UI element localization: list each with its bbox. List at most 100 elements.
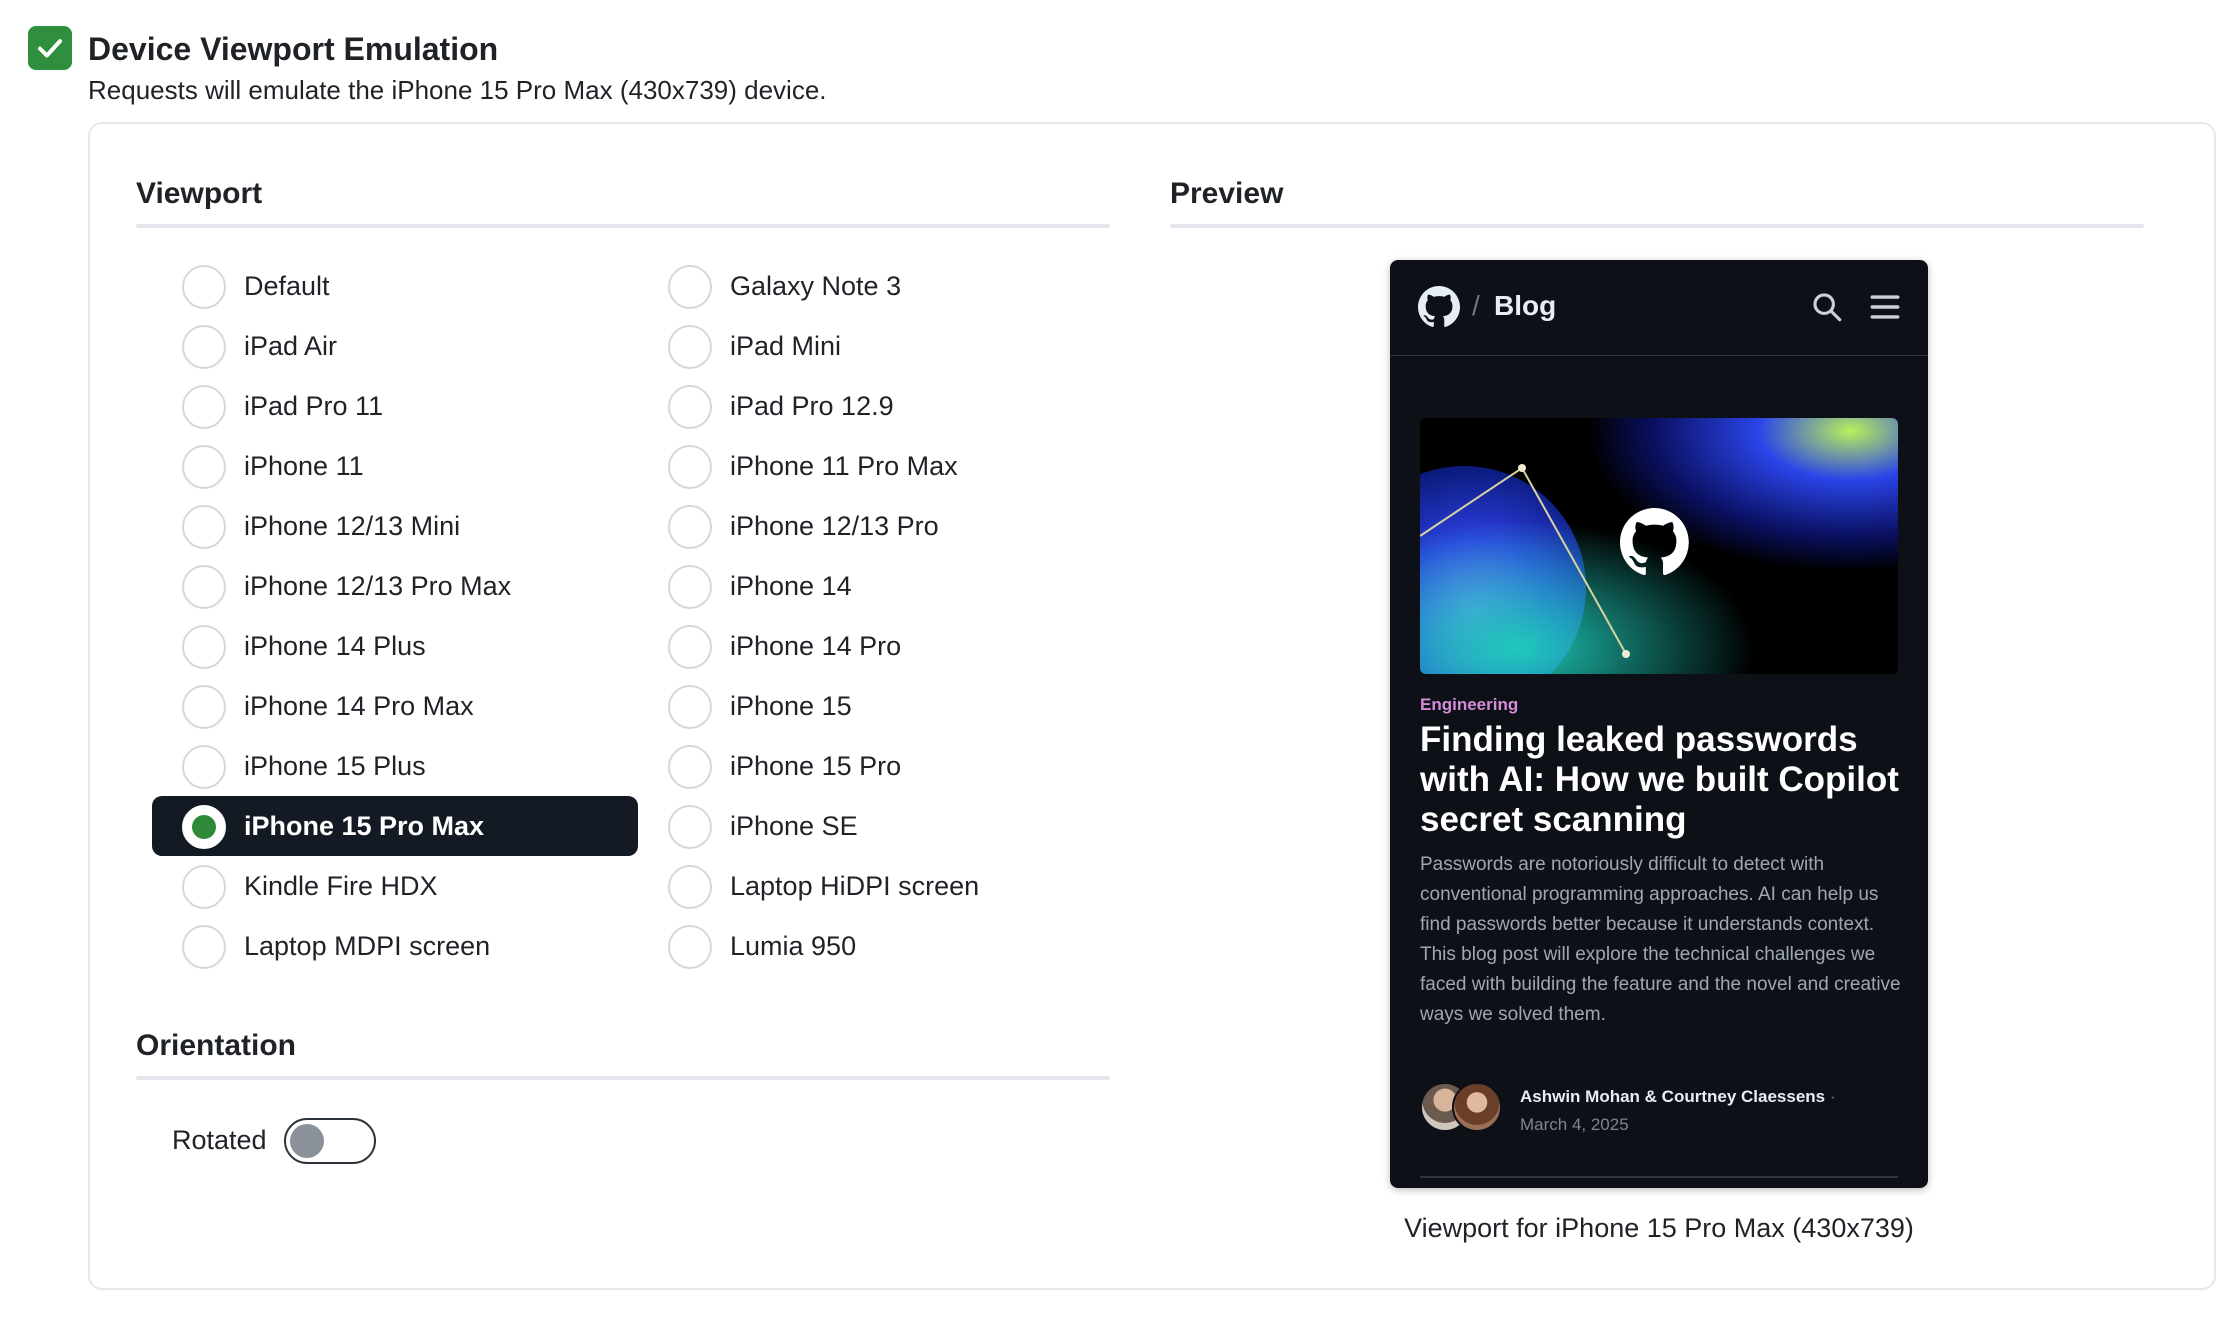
radio-button[interactable] bbox=[182, 625, 226, 669]
post-date: March 4, 2025 bbox=[1520, 1115, 1629, 1134]
search-icon bbox=[1813, 293, 1842, 322]
viewport-section-title: Viewport bbox=[136, 177, 263, 210]
avatar bbox=[1452, 1082, 1502, 1132]
radio-button[interactable] bbox=[182, 865, 226, 909]
radio-button[interactable] bbox=[668, 565, 712, 609]
post-title: Finding leaked passwords with AI: How we… bbox=[1420, 720, 1899, 839]
viewport-option[interactable]: iPhone 15 Plus bbox=[152, 736, 638, 796]
enabled-checkbox[interactable] bbox=[28, 26, 72, 70]
viewport-option[interactable]: iPhone 12/13 Mini bbox=[152, 496, 638, 556]
emulation-card: Viewport Default Galaxy Note 3 iPad Air iPa… bbox=[88, 122, 2216, 1290]
preview-divider bbox=[1170, 224, 2144, 228]
viewport-option-label: iPhone 12/13 Mini bbox=[244, 511, 461, 541]
viewport-option[interactable]: iPhone 14 bbox=[638, 556, 1124, 616]
viewport-option-label: Laptop HiDPI screen bbox=[730, 871, 980, 901]
radio-button[interactable] bbox=[668, 745, 712, 789]
viewport-option-label: iPad Pro 12.9 bbox=[730, 391, 894, 421]
viewport-option[interactable]: Default bbox=[152, 256, 638, 316]
viewport-option-label: iPhone 15 bbox=[730, 691, 852, 721]
viewport-divider bbox=[136, 224, 1110, 228]
viewport-option[interactable]: iPhone 12/13 Pro bbox=[638, 496, 1124, 556]
viewport-option[interactable]: iPad Pro 12.9 bbox=[638, 376, 1124, 436]
viewport-option[interactable]: iPhone 15 Pro Max bbox=[152, 796, 638, 856]
radio-button[interactable] bbox=[182, 805, 226, 849]
viewport-option[interactable]: iPhone 15 Pro bbox=[638, 736, 1124, 796]
radio-button[interactable] bbox=[182, 505, 226, 549]
radio-button[interactable] bbox=[668, 625, 712, 669]
viewport-option[interactable]: Galaxy Note 3 bbox=[638, 256, 1124, 316]
nav-slash: / bbox=[1472, 290, 1480, 321]
viewport-option[interactable]: iPhone 14 Pro Max bbox=[152, 676, 638, 736]
radio-button[interactable] bbox=[182, 265, 226, 309]
viewport-option[interactable]: iPhone 14 Pro bbox=[638, 616, 1124, 676]
viewport-option[interactable]: Kindle Fire HDX bbox=[152, 856, 638, 916]
viewport-option-label: Default bbox=[244, 271, 330, 301]
hamburger-menu-icon bbox=[1870, 295, 1900, 319]
radio-button[interactable] bbox=[668, 805, 712, 849]
viewport-option-label: iPad Mini bbox=[730, 331, 842, 361]
preview-section-title: Preview bbox=[1170, 177, 1284, 210]
viewport-option[interactable]: iPad Air bbox=[152, 316, 638, 376]
radio-button[interactable] bbox=[182, 685, 226, 729]
viewport-option[interactable]: iPhone 14 Plus bbox=[152, 616, 638, 676]
preview-caption: Viewport for iPhone 15 Pro Max (430x739) bbox=[1404, 1213, 1914, 1243]
viewport-option-label: iPhone 15 Pro bbox=[730, 751, 902, 781]
viewport-option-label: Galaxy Note 3 bbox=[730, 271, 902, 301]
radio-button[interactable] bbox=[182, 325, 226, 369]
viewport-option[interactable]: Laptop HiDPI screen bbox=[638, 856, 1124, 916]
orientation-divider bbox=[136, 1076, 1110, 1080]
rotated-label: Rotated bbox=[172, 1125, 267, 1155]
viewport-option-label: Kindle Fire HDX bbox=[244, 871, 438, 901]
viewport-option-label: iPad Pro 11 bbox=[244, 391, 384, 421]
radio-button[interactable] bbox=[668, 685, 712, 729]
viewport-option[interactable]: iPhone 12/13 Pro Max bbox=[152, 556, 638, 616]
post-excerpt: Passwords are notoriously difficult to d… bbox=[1420, 854, 1901, 1025]
toggle-knob bbox=[290, 1124, 324, 1158]
viewport-option-label: iPhone 12/13 Pro bbox=[730, 511, 939, 541]
emulation-header: Device Viewport Emulation Requests will … bbox=[28, 26, 2028, 116]
viewport-option[interactable]: iPhone 11 Pro Max bbox=[638, 436, 1124, 496]
viewport-option[interactable]: iPhone 11 bbox=[152, 436, 638, 496]
rotated-toggle[interactable] bbox=[284, 1118, 376, 1164]
nav-blog-title: Blog bbox=[1494, 290, 1557, 321]
radio-button[interactable] bbox=[182, 565, 226, 609]
page-title: Device Viewport Emulation bbox=[88, 31, 499, 67]
checkmark-icon bbox=[38, 39, 62, 58]
radio-button[interactable] bbox=[182, 385, 226, 429]
viewport-option-label: iPhone 14 Plus bbox=[244, 631, 426, 661]
page-subtitle: Requests will emulate the iPhone 15 Pro … bbox=[88, 75, 827, 105]
radio-button[interactable] bbox=[668, 445, 712, 489]
radio-button[interactable] bbox=[668, 865, 712, 909]
device-preview: / Blog Engineering Finding leaked passwo… bbox=[1390, 260, 1928, 1188]
viewport-option[interactable]: Laptop MDPI screen bbox=[152, 916, 638, 976]
viewport-option-label: Lumia 950 bbox=[730, 931, 857, 961]
radio-button[interactable] bbox=[182, 445, 226, 489]
radio-button[interactable] bbox=[668, 505, 712, 549]
viewport-option[interactable]: iPad Mini bbox=[638, 316, 1124, 376]
preview-navbar: / Blog bbox=[1390, 260, 1928, 356]
radio-button[interactable] bbox=[668, 265, 712, 309]
viewport-option-label: iPhone 14 bbox=[730, 571, 852, 601]
viewport-option-label: iPhone 14 Pro bbox=[730, 631, 902, 661]
viewport-option[interactable]: iPhone SE bbox=[638, 796, 1124, 856]
viewport-option-label: iPhone 11 bbox=[244, 451, 364, 481]
radio-button[interactable] bbox=[182, 925, 226, 969]
viewport-option-label: iPhone 11 Pro Max bbox=[730, 451, 958, 481]
radio-button[interactable] bbox=[668, 325, 712, 369]
radio-button[interactable] bbox=[668, 385, 712, 429]
post-hero-image bbox=[1420, 418, 1898, 674]
viewport-option-label: iPhone 15 Plus bbox=[244, 751, 426, 781]
viewport-option[interactable]: iPhone 15 bbox=[638, 676, 1124, 736]
viewport-option-label: iPhone 12/13 Pro Max bbox=[244, 571, 512, 601]
viewport-option-label: Laptop MDPI screen bbox=[244, 931, 491, 961]
preview-divider-line bbox=[1420, 1176, 1898, 1178]
author-separator: · bbox=[1829, 1087, 1836, 1106]
viewport-option[interactable]: Lumia 950 bbox=[638, 916, 1124, 976]
post-authors: Ashwin Mohan & Courtney Claessens · bbox=[1520, 1087, 1836, 1106]
author-avatars bbox=[1420, 1082, 1504, 1134]
radio-button[interactable] bbox=[668, 925, 712, 969]
post-category: Engineering bbox=[1420, 695, 1519, 714]
viewport-option-label: iPhone SE bbox=[730, 811, 858, 841]
viewport-option[interactable]: iPad Pro 11 bbox=[152, 376, 638, 436]
radio-button[interactable] bbox=[182, 745, 226, 789]
